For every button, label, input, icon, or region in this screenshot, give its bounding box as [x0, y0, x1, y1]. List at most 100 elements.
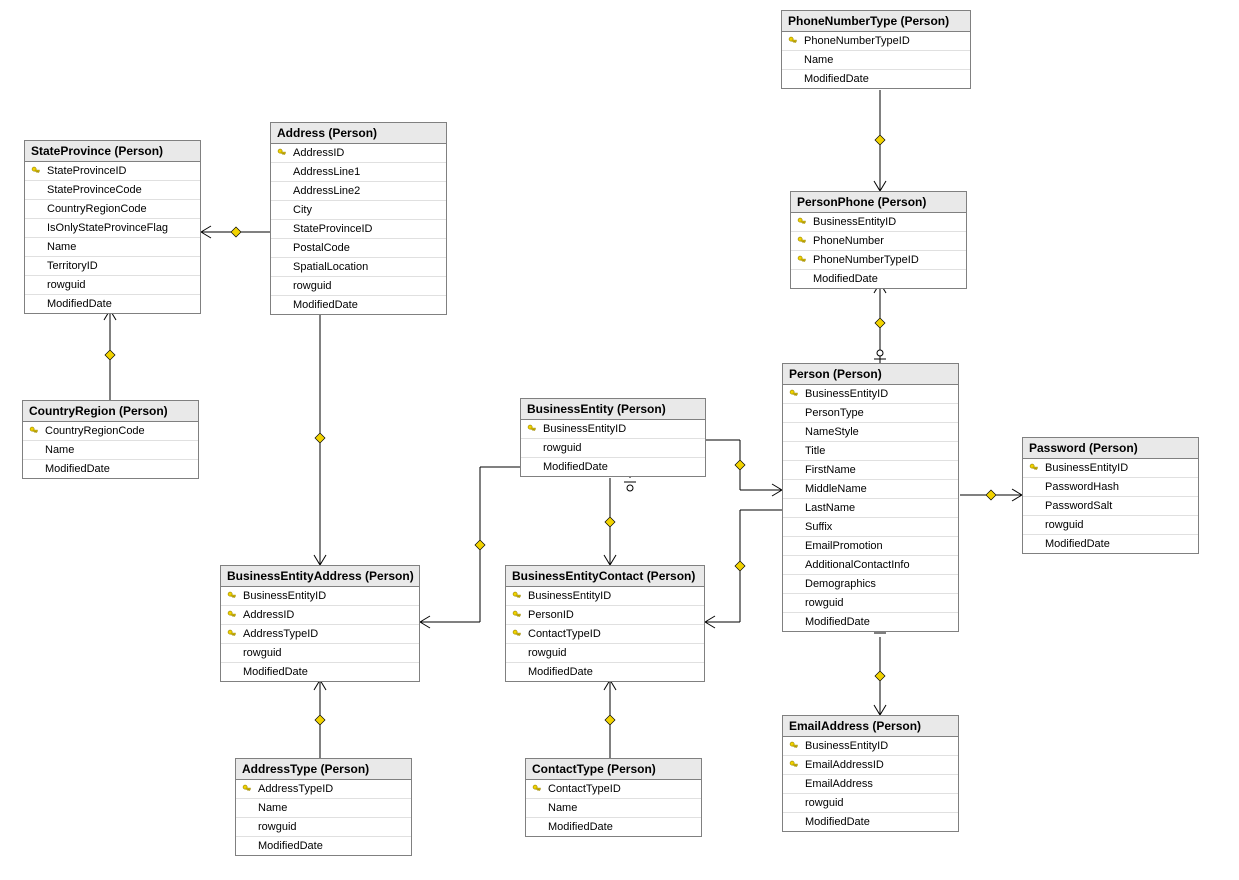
column-row[interactable]: AddressID	[221, 606, 419, 625]
column-row[interactable]: BusinessEntityID	[1023, 459, 1198, 478]
entity-business-entity[interactable]: BusinessEntity (Person) BusinessEntityID…	[520, 398, 706, 477]
column-row[interactable]: LastName	[783, 499, 958, 518]
column-row[interactable]: ModifiedDate	[526, 818, 701, 836]
column-row[interactable]: PhoneNumber	[791, 232, 966, 251]
column-name: NameStyle	[805, 426, 954, 438]
column-row[interactable]: ModifiedDate	[221, 663, 419, 681]
column-row[interactable]: ContactTypeID	[506, 625, 704, 644]
column-row[interactable]: PasswordHash	[1023, 478, 1198, 497]
column-row[interactable]: BusinessEntityID	[783, 385, 958, 404]
column-row[interactable]: MiddleName	[783, 480, 958, 499]
column-row[interactable]: BusinessEntityID	[783, 737, 958, 756]
column-row[interactable]: BusinessEntityID	[791, 213, 966, 232]
entity-business-entity-address[interactable]: BusinessEntityAddress (Person) BusinessE…	[220, 565, 420, 682]
column-row[interactable]: rowguid	[271, 277, 446, 296]
column-row[interactable]: AdditionalContactInfo	[783, 556, 958, 575]
column-row[interactable]: EmailAddress	[783, 775, 958, 794]
column-row[interactable]: PersonID	[506, 606, 704, 625]
column-row[interactable]: FirstName	[783, 461, 958, 480]
column-row[interactable]: ModifiedDate	[783, 613, 958, 631]
column-row[interactable]: BusinessEntityID	[521, 420, 705, 439]
column-row[interactable]: PhoneNumberTypeID	[782, 32, 970, 51]
column-row[interactable]: rowguid	[25, 276, 200, 295]
entity-business-entity-contact[interactable]: BusinessEntityContact (Person) BusinessE…	[505, 565, 705, 682]
column-row[interactable]: rowguid	[221, 644, 419, 663]
column-row[interactable]: BusinessEntityID	[221, 587, 419, 606]
entity-phone-number-type[interactable]: PhoneNumberType (Person) PhoneNumberType…	[781, 10, 971, 89]
primary-key-icon	[795, 217, 809, 227]
column-name: BusinessEntityID	[813, 216, 962, 228]
column-row[interactable]: rowguid	[1023, 516, 1198, 535]
column-row[interactable]: rowguid	[783, 794, 958, 813]
column-row[interactable]: rowguid	[506, 644, 704, 663]
column-row[interactable]: EmailPromotion	[783, 537, 958, 556]
column-name: Name	[45, 444, 194, 456]
column-row[interactable]: CountryRegionCode	[23, 422, 198, 441]
column-name: CountryRegionCode	[45, 425, 194, 437]
entity-contact-type[interactable]: ContactType (Person) ContactTypeIDNameMo…	[525, 758, 702, 837]
column-row[interactable]: PasswordSalt	[1023, 497, 1198, 516]
column-row[interactable]: AddressTypeID	[221, 625, 419, 644]
column-row[interactable]: Suffix	[783, 518, 958, 537]
entity-person[interactable]: Person (Person) BusinessEntityIDPersonTy…	[782, 363, 959, 632]
column-row[interactable]: TerritoryID	[25, 257, 200, 276]
column-row[interactable]: ModifiedDate	[783, 813, 958, 831]
column-name: ModifiedDate	[1045, 538, 1194, 550]
column-row[interactable]: BusinessEntityID	[506, 587, 704, 606]
primary-key-icon	[27, 426, 41, 436]
entity-password[interactable]: Password (Person) BusinessEntityIDPasswo…	[1022, 437, 1199, 554]
column-row[interactable]: NameStyle	[783, 423, 958, 442]
column-row[interactable]: StateProvinceID	[25, 162, 200, 181]
column-row[interactable]: Name	[23, 441, 198, 460]
column-name: AddressID	[243, 609, 415, 621]
column-name: SpatialLocation	[293, 261, 442, 273]
column-row[interactable]: rowguid	[521, 439, 705, 458]
column-row[interactable]: EmailAddressID	[783, 756, 958, 775]
column-row[interactable]: rowguid	[783, 594, 958, 613]
column-row[interactable]: Name	[526, 799, 701, 818]
entity-address-type[interactable]: AddressType (Person) AddressTypeIDNamero…	[235, 758, 412, 856]
column-row[interactable]: ModifiedDate	[791, 270, 966, 288]
column-row[interactable]: StateProvinceID	[271, 220, 446, 239]
column-row[interactable]: ModifiedDate	[25, 295, 200, 313]
column-row[interactable]: PostalCode	[271, 239, 446, 258]
column-row[interactable]: AddressLine1	[271, 163, 446, 182]
column-row[interactable]: AddressID	[271, 144, 446, 163]
column-name: Name	[548, 802, 697, 814]
column-row[interactable]: PhoneNumberTypeID	[791, 251, 966, 270]
column-row[interactable]: ModifiedDate	[236, 837, 411, 855]
column-row[interactable]: ContactTypeID	[526, 780, 701, 799]
entity-state-province[interactable]: StateProvince (Person) StateProvinceIDSt…	[24, 140, 201, 314]
column-name: IsOnlyStateProvinceFlag	[47, 222, 196, 234]
column-row[interactable]: Name	[25, 238, 200, 257]
column-row[interactable]: Name	[782, 51, 970, 70]
column-row[interactable]: ModifiedDate	[782, 70, 970, 88]
column-row[interactable]: rowguid	[236, 818, 411, 837]
column-row[interactable]: Demographics	[783, 575, 958, 594]
column-row[interactable]: ModifiedDate	[23, 460, 198, 478]
column-row[interactable]: ModifiedDate	[506, 663, 704, 681]
column-row[interactable]: ModifiedDate	[271, 296, 446, 314]
column-row[interactable]: Title	[783, 442, 958, 461]
column-row[interactable]: ModifiedDate	[521, 458, 705, 476]
column-row[interactable]: AddressTypeID	[236, 780, 411, 799]
column-row[interactable]: PersonType	[783, 404, 958, 423]
column-name: LastName	[805, 502, 954, 514]
column-name: ContactTypeID	[548, 783, 697, 795]
column-row[interactable]: ModifiedDate	[1023, 535, 1198, 553]
column-name: ModifiedDate	[258, 840, 407, 852]
entity-country-region[interactable]: CountryRegion (Person) CountryRegionCode…	[22, 400, 199, 479]
entity-person-phone[interactable]: PersonPhone (Person) BusinessEntityID Ph…	[790, 191, 967, 289]
column-row[interactable]: StateProvinceCode	[25, 181, 200, 200]
column-row[interactable]: City	[271, 201, 446, 220]
column-name: Name	[47, 241, 196, 253]
entity-title: PersonPhone (Person)	[791, 192, 966, 213]
entity-address[interactable]: Address (Person) AddressIDAddressLine1Ad…	[270, 122, 447, 315]
column-row[interactable]: IsOnlyStateProvinceFlag	[25, 219, 200, 238]
entity-email-address[interactable]: EmailAddress (Person) BusinessEntityID E…	[782, 715, 959, 832]
column-row[interactable]: AddressLine2	[271, 182, 446, 201]
column-row[interactable]: CountryRegionCode	[25, 200, 200, 219]
column-row[interactable]: Name	[236, 799, 411, 818]
column-name: EmailAddressID	[805, 759, 954, 771]
column-row[interactable]: SpatialLocation	[271, 258, 446, 277]
